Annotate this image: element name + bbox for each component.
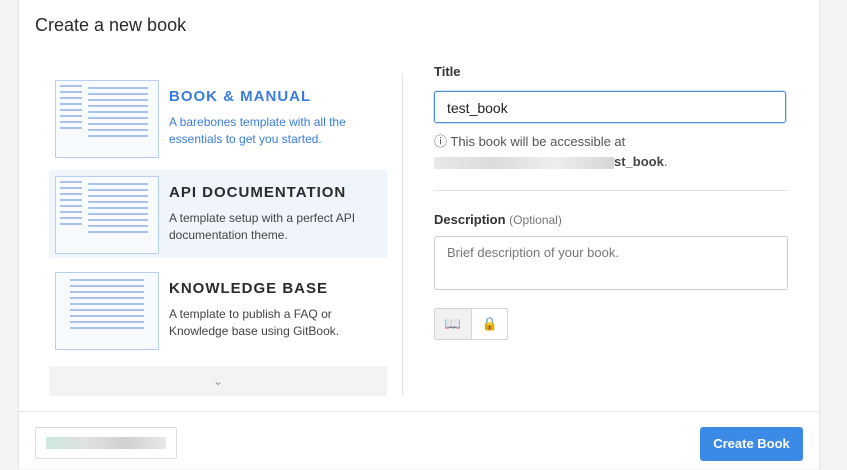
template-thumbnail — [55, 272, 159, 350]
info-icon: ⓘ — [434, 134, 448, 149]
template-book-manual[interactable]: BOOK & MANUAL A barebones template with … — [49, 74, 387, 162]
dialog-footer: Create Book — [19, 411, 819, 470]
title-label: Title — [434, 64, 461, 79]
template-name: KNOWLEDGE BASE — [169, 280, 329, 297]
book-form: Title test_book ⓘ This book will be acce… — [434, 64, 788, 340]
template-description: A barebones template with all the essent… — [169, 115, 346, 146]
show-more-templates[interactable]: ⌄ — [49, 366, 387, 396]
blurred-account — [46, 437, 166, 449]
create-book-dialog: Create a new book BOOK & MANUAL A barebo… — [18, 0, 820, 469]
description-label: Description (Optional) — [434, 212, 562, 227]
template-thumbnail — [55, 80, 159, 158]
vertical-divider — [402, 74, 403, 396]
visibility-toggle: 📖 🔒 — [434, 308, 508, 340]
title-input[interactable]: test_book — [434, 91, 786, 123]
template-name: BOOK & MANUAL — [169, 88, 312, 105]
template-thumbnail — [55, 176, 159, 254]
template-description: A template setup with a perfect API docu… — [169, 211, 356, 242]
create-book-button[interactable]: Create Book — [700, 427, 803, 461]
template-list: BOOK & MANUAL A barebones template with … — [49, 74, 387, 362]
template-name: API DOCUMENTATION — [169, 184, 347, 201]
optional-tag: (Optional) — [509, 213, 562, 227]
dialog-header: Create a new book — [19, 0, 819, 52]
account-selector[interactable] — [35, 427, 177, 459]
lock-icon[interactable]: 🔒 — [472, 309, 508, 339]
template-knowledge-base[interactable]: KNOWLEDGE BASE A template to publish a F… — [49, 266, 387, 354]
form-divider — [434, 190, 788, 191]
template-api-documentation[interactable]: API DOCUMENTATION A template setup with … — [49, 170, 387, 258]
dialog-title: Create a new book — [35, 15, 187, 35]
chevron-down-icon: ⌄ — [212, 374, 224, 388]
template-description: A template to publish a FAQ or Knowledge… — [169, 307, 340, 338]
hint-text: This book will be accessible at — [450, 134, 626, 149]
blurred-url — [434, 156, 614, 169]
url-suffix: st_book — [614, 154, 664, 169]
description-textarea[interactable]: Brief description of your book. — [434, 236, 788, 290]
book-icon[interactable]: 📖 — [435, 309, 472, 339]
url-hint: ⓘ This book will be accessible at st_boo… — [434, 134, 668, 169]
